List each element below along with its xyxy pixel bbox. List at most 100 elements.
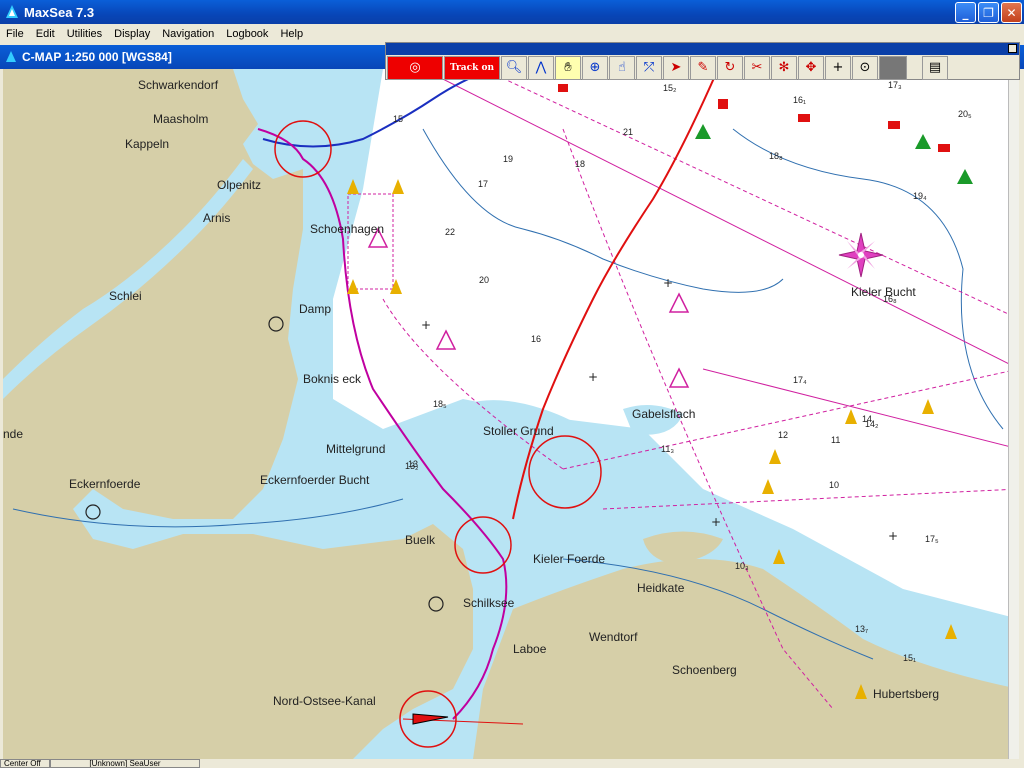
move-arrows-icon: ✥ [805, 60, 817, 75]
depth-sounding: 15₁ [903, 653, 917, 663]
route-button[interactable]: ↻ [717, 55, 743, 80]
menu-display[interactable]: Display [108, 28, 156, 40]
buoy-red-icon [558, 84, 568, 92]
close-button[interactable]: ✕ [1001, 2, 1022, 23]
layers-button[interactable]: ▤ [922, 55, 948, 80]
menu-utilities[interactable]: Utilities [61, 28, 108, 40]
target-button[interactable]: ⊙ [852, 55, 878, 80]
toolbar-close-button[interactable] [1008, 44, 1017, 53]
place-eckernfoerde: Eckernfoerde [69, 477, 141, 491]
caution-triangle-icon [668, 292, 690, 313]
waypoints-icon: ✻ [778, 60, 790, 75]
place-maasholm: Maasholm [153, 112, 209, 126]
zoom-button[interactable]: 🔍︎ [501, 55, 527, 80]
pan-hand-button[interactable]: ✋︎ [555, 55, 581, 80]
wreck-mark-icon: + [888, 529, 898, 543]
pencil-icon: ✎ [697, 60, 709, 75]
chart-toolbar: ◎ Track on 🔍︎ ⋀ ✋︎ ⊕ ☝︎ ⤱ ➤ ✎ ↻ ✂ ✻ ✥ + … [385, 42, 1020, 80]
hand-select-button[interactable]: ☝︎ [609, 55, 635, 80]
place-wendtorf: Wendtorf [589, 630, 638, 644]
target-icon: ⊙ [859, 60, 871, 75]
wreck-mark-icon: + [711, 515, 721, 529]
cardinal-buoy-icon [845, 409, 857, 424]
buoy-green-icon [957, 169, 973, 184]
hand-icon: ✋︎ [564, 60, 572, 75]
record-icon: ◎ [409, 60, 421, 75]
scissors-icon: ✂ [751, 60, 763, 75]
depth-sounding: 20 [479, 275, 490, 285]
depth-sounding: 18 [575, 159, 586, 169]
arrow-cursor-icon: ➤ [670, 60, 682, 75]
place-kieler-foerde: Kieler Foerde [533, 552, 606, 566]
depth-sounding: 16 [531, 334, 542, 344]
wreck-mark-icon: + [421, 318, 431, 332]
depth-sounding: 11 [831, 435, 841, 445]
menu-file[interactable]: File [0, 28, 30, 40]
buoy-green-icon [695, 124, 711, 139]
depth-sounding: 17 [478, 179, 489, 189]
cardinal-buoy-icon [390, 279, 402, 294]
depth-sounding: 17₅ [925, 534, 939, 544]
depth-sounding: 10₃ [735, 561, 749, 571]
depth-sounding: 12 [778, 430, 789, 440]
magnifier-icon: 🔍︎ [505, 60, 523, 75]
place-olpenitz: Olpenitz [217, 178, 262, 192]
add-mark-button[interactable]: + [825, 55, 851, 80]
gray-tool-button[interactable] [879, 55, 907, 80]
restore-button[interactable]: ❐ [978, 2, 999, 23]
place-laboe: Laboe [513, 642, 547, 656]
maxsea-app-icon [6, 5, 18, 18]
cursor-button[interactable]: ➤ [663, 55, 689, 80]
compass-rose-icon [838, 232, 884, 278]
compass-tool-button[interactable]: ⋀ [528, 55, 554, 80]
place-hubertsberg: Hubertsberg [873, 687, 940, 701]
traffic-line-3 [702, 368, 1019, 450]
menu-logbook[interactable]: Logbook [220, 28, 274, 40]
place-schlei: Schlei [109, 289, 142, 303]
center-button[interactable]: ⊕ [582, 55, 608, 80]
measure-button[interactable]: ⤱ [636, 55, 662, 80]
place-arnis: Arnis [203, 211, 231, 225]
status-center[interactable]: Center Off [0, 759, 50, 768]
cardinal-buoy-icon [769, 449, 781, 464]
pencil-button[interactable]: ✎ [690, 55, 716, 80]
eez-line-1 [422, 69, 1019, 370]
cut-button[interactable]: ✂ [744, 55, 770, 80]
depth-sounding: 14₂ [865, 419, 879, 429]
depth-sounding: 16₈ [883, 294, 897, 304]
toolbar-titlebar[interactable] [386, 43, 1019, 55]
depth-sounding: 17₄ [793, 375, 807, 385]
dividers-icon: ⋀ [535, 60, 547, 75]
menu-edit[interactable]: Edit [30, 28, 61, 40]
track-on-button[interactable]: Track on [444, 55, 500, 80]
measure-icon: ⤱ [643, 60, 655, 75]
buoy-red-icon [888, 121, 900, 129]
layers-icon: ▤ [928, 60, 942, 75]
depth-sounding: 16₁ [793, 95, 807, 105]
status-bar: Center Off [Unknown] SeaUser [0, 759, 1024, 768]
place-schoenhagen: Schoenhagen [310, 222, 385, 236]
record-button[interactable]: ◎ [387, 55, 443, 80]
buoy-red-icon [718, 99, 728, 109]
depth-sounding: 21 [623, 127, 634, 137]
depth-sounding: 20₅ [958, 109, 972, 119]
app-title: MaxSea 7.3 [24, 4, 95, 20]
minimize-button[interactable]: _ [955, 2, 976, 23]
chart-window-title: C-MAP 1:250 000 [WGS84] [22, 50, 172, 64]
cardinal-buoy-icon [392, 179, 404, 194]
depth-sounding: 15 [393, 114, 404, 124]
move-button[interactable]: ✥ [798, 55, 824, 80]
map-vertical-scrollbar[interactable] [1008, 69, 1019, 759]
chart-window-icon [6, 51, 16, 62]
caution-triangle-icon [435, 329, 457, 350]
plus-icon: + [832, 60, 844, 75]
waypoint-button[interactable]: ✻ [771, 55, 797, 80]
menu-navigation[interactable]: Navigation [156, 28, 220, 40]
place-boknis-eck: Boknis eck [303, 372, 362, 386]
menu-help[interactable]: Help [274, 28, 309, 40]
nautical-chart[interactable]: + + + + + Schwarkendorf Maasholm Kappeln… [3, 69, 1019, 759]
depth-contour-20m [422, 128, 784, 293]
depth-sounding: 18₅ [433, 399, 447, 409]
buoy-red-icon [938, 144, 950, 152]
place-eckernfoerder-bucht: Eckernfoerder Bucht [260, 473, 370, 487]
